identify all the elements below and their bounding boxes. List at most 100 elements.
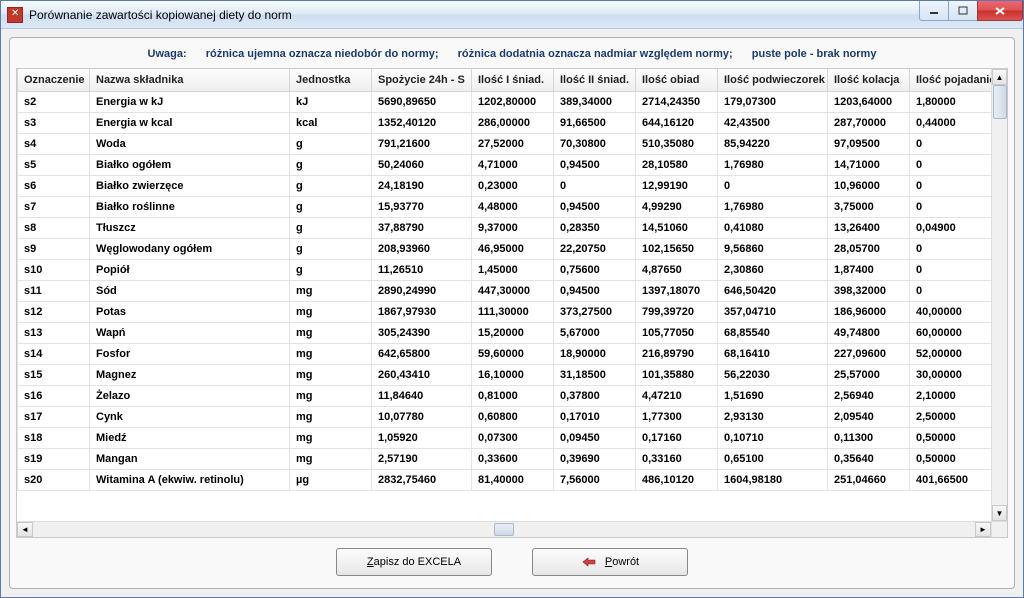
table-row[interactable]: s9Węglowodany ogółemg208,9396046,9500022… xyxy=(18,239,992,260)
cell-podwieczorek[interactable]: 56,22030 xyxy=(718,365,828,386)
col-nazwa[interactable]: Nazwa składnika xyxy=(90,69,290,92)
cell-nazwa[interactable]: Energia w kcal xyxy=(90,113,290,134)
cell-oznaczenie[interactable]: s16 xyxy=(18,386,90,407)
cell-spozycie24[interactable]: 2890,24990 xyxy=(372,281,472,302)
cell-obiad[interactable]: 0,33160 xyxy=(636,449,718,470)
cell-obiad[interactable]: 4,99290 xyxy=(636,197,718,218)
cell-spozycie24[interactable]: 15,93770 xyxy=(372,197,472,218)
cell-spozycie24[interactable]: 1,05920 xyxy=(372,428,472,449)
cell-pojadanie[interactable]: 40,00000 xyxy=(910,302,992,323)
col-spozycie24[interactable]: Spożycie 24h - S xyxy=(372,69,472,92)
cell-oznaczenie[interactable]: s19 xyxy=(18,449,90,470)
cell-nazwa[interactable]: Węglowodany ogółem xyxy=(90,239,290,260)
cell-spozycie24[interactable]: 10,07780 xyxy=(372,407,472,428)
cell-nazwa[interactable]: Energia w kJ xyxy=(90,92,290,113)
cell-spozycie24[interactable]: 5690,89650 xyxy=(372,92,472,113)
cell-spozycie24[interactable]: 305,24390 xyxy=(372,323,472,344)
cell-nazwa[interactable]: Popiół xyxy=(90,260,290,281)
cell-pojadanie[interactable]: 0,50000 xyxy=(910,449,992,470)
cell-kolacja[interactable]: 0,35640 xyxy=(828,449,910,470)
cell-obiad[interactable]: 644,16120 xyxy=(636,113,718,134)
table-row[interactable]: s16Żelazomg11,846400,810000,378004,47210… xyxy=(18,386,992,407)
cell-nazwa[interactable]: Wapń xyxy=(90,323,290,344)
cell-oznaczenie[interactable]: s18 xyxy=(18,428,90,449)
cell-jednostka[interactable]: g xyxy=(290,260,372,281)
cell-oznaczenie[interactable]: s15 xyxy=(18,365,90,386)
cell-spozycie24[interactable]: 642,65800 xyxy=(372,344,472,365)
cell-sniad2[interactable]: 0,75600 xyxy=(554,260,636,281)
cell-sniad1[interactable]: 15,20000 xyxy=(472,323,554,344)
scroll-left-button[interactable]: ◄ xyxy=(17,522,33,537)
cell-nazwa[interactable]: Witamina A (ekwiw. retinolu) xyxy=(90,470,290,491)
cell-kolacja[interactable]: 2,09540 xyxy=(828,407,910,428)
cell-obiad[interactable]: 4,47210 xyxy=(636,386,718,407)
col-jednostka[interactable]: Jednostka xyxy=(290,69,372,92)
cell-obiad[interactable]: 510,35080 xyxy=(636,134,718,155)
cell-sniad1[interactable]: 59,60000 xyxy=(472,344,554,365)
cell-jednostka[interactable]: mg xyxy=(290,281,372,302)
table-row[interactable]: s8Tłuszczg37,887909,370000,2835014,51060… xyxy=(18,218,992,239)
cell-sniad1[interactable]: 0,33600 xyxy=(472,449,554,470)
cell-obiad[interactable]: 28,10580 xyxy=(636,155,718,176)
cell-spozycie24[interactable]: 50,24060 xyxy=(372,155,472,176)
cell-pojadanie[interactable]: 0,50000 xyxy=(910,428,992,449)
save-to-excel-button[interactable]: Zapisz do EXCELA xyxy=(336,548,492,576)
cell-kolacja[interactable]: 25,57000 xyxy=(828,365,910,386)
cell-nazwa[interactable]: Magnez xyxy=(90,365,290,386)
cell-nazwa[interactable]: Tłuszcz xyxy=(90,218,290,239)
horizontal-scrollbar[interactable]: ◄ ► xyxy=(17,521,991,537)
cell-pojadanie[interactable]: 401,66500 xyxy=(910,470,992,491)
cell-kolacja[interactable]: 227,09600 xyxy=(828,344,910,365)
cell-kolacja[interactable]: 13,26400 xyxy=(828,218,910,239)
cell-jednostka[interactable]: g xyxy=(290,176,372,197)
cell-oznaczenie[interactable]: s9 xyxy=(18,239,90,260)
cell-spozycie24[interactable]: 24,18190 xyxy=(372,176,472,197)
vertical-scroll-thumb[interactable] xyxy=(993,85,1007,119)
cell-nazwa[interactable]: Białko zwierzęce xyxy=(90,176,290,197)
cell-sniad2[interactable]: 0,37800 xyxy=(554,386,636,407)
cell-oznaczenie[interactable]: s10 xyxy=(18,260,90,281)
vertical-scrollbar[interactable]: ▲ ▼ xyxy=(991,69,1007,521)
cell-sniad2[interactable]: 0,94500 xyxy=(554,281,636,302)
cell-sniad1[interactable]: 0,81000 xyxy=(472,386,554,407)
table-row[interactable]: s15Magnezmg260,4341016,1000031,18500101,… xyxy=(18,365,992,386)
cell-podwieczorek[interactable]: 85,94220 xyxy=(718,134,828,155)
titlebar[interactable]: Porównanie zawartości kopiowanej diety d… xyxy=(1,1,1023,29)
table-row[interactable]: s7Białko roślinneg15,937704,480000,94500… xyxy=(18,197,992,218)
cell-sniad2[interactable]: 22,20750 xyxy=(554,239,636,260)
table-row[interactable]: s18Miedźmg1,059200,073000,094500,171600,… xyxy=(18,428,992,449)
cell-oznaczenie[interactable]: s14 xyxy=(18,344,90,365)
cell-oznaczenie[interactable]: s2 xyxy=(18,92,90,113)
cell-sniad1[interactable]: 81,40000 xyxy=(472,470,554,491)
cell-sniad2[interactable]: 18,90000 xyxy=(554,344,636,365)
cell-kolacja[interactable]: 14,71000 xyxy=(828,155,910,176)
cell-podwieczorek[interactable]: 68,16410 xyxy=(718,344,828,365)
cell-podwieczorek[interactable]: 1,76980 xyxy=(718,155,828,176)
cell-kolacja[interactable]: 2,56940 xyxy=(828,386,910,407)
cell-pojadanie[interactable]: 0,44000 xyxy=(910,113,992,134)
cell-sniad2[interactable]: 0 xyxy=(554,176,636,197)
cell-pojadanie[interactable]: 0 xyxy=(910,134,992,155)
cell-sniad2[interactable]: 389,34000 xyxy=(554,92,636,113)
cell-kolacja[interactable]: 186,96000 xyxy=(828,302,910,323)
cell-sniad1[interactable]: 447,30000 xyxy=(472,281,554,302)
cell-nazwa[interactable]: Miedź xyxy=(90,428,290,449)
cell-podwieczorek[interactable]: 2,93130 xyxy=(718,407,828,428)
cell-kolacja[interactable]: 0,11300 xyxy=(828,428,910,449)
col-kolacja[interactable]: Ilość kolacja xyxy=(828,69,910,92)
table-row[interactable]: s17Cynkmg10,077800,608000,170101,773002,… xyxy=(18,407,992,428)
table-row[interactable]: s5Białko ogółemg50,240604,710000,9450028… xyxy=(18,155,992,176)
table-row[interactable]: s14Fosformg642,6580059,6000018,90000216,… xyxy=(18,344,992,365)
cell-pojadanie[interactable]: 0 xyxy=(910,260,992,281)
cell-pojadanie[interactable]: 2,50000 xyxy=(910,407,992,428)
cell-sniad1[interactable]: 1202,80000 xyxy=(472,92,554,113)
cell-obiad[interactable]: 799,39720 xyxy=(636,302,718,323)
cell-spozycie24[interactable]: 791,21600 xyxy=(372,134,472,155)
cell-sniad1[interactable]: 1,45000 xyxy=(472,260,554,281)
cell-obiad[interactable]: 105,77050 xyxy=(636,323,718,344)
cell-podwieczorek[interactable]: 0,10710 xyxy=(718,428,828,449)
horizontal-scroll-thumb[interactable] xyxy=(494,523,514,536)
cell-pojadanie[interactable]: 30,00000 xyxy=(910,365,992,386)
cell-jednostka[interactable]: mg xyxy=(290,365,372,386)
cell-podwieczorek[interactable]: 1,51690 xyxy=(718,386,828,407)
